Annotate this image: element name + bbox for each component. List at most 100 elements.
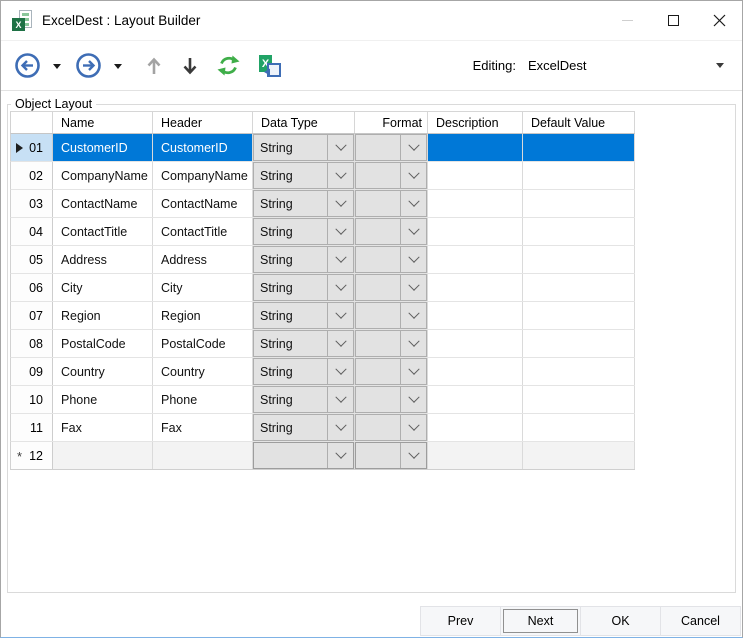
chevron-down-icon[interactable]	[400, 359, 426, 384]
column-header-description[interactable]: Description	[428, 112, 523, 133]
description-cell[interactable]	[428, 302, 523, 329]
name-cell[interactable]: CompanyName	[53, 162, 153, 189]
row-header-cell[interactable]: 04	[11, 218, 53, 245]
chevron-down-icon[interactable]	[327, 219, 353, 244]
header-cell[interactable]: ContactName	[153, 190, 253, 217]
move-down-button[interactable]	[177, 55, 203, 77]
format-dropdown[interactable]	[355, 414, 427, 441]
name-cell[interactable]: ContactName	[53, 190, 153, 217]
format-dropdown[interactable]	[355, 330, 427, 357]
format-dropdown[interactable]	[355, 302, 427, 329]
chevron-down-icon[interactable]	[327, 135, 353, 160]
header-cell[interactable]: Address	[153, 246, 253, 273]
row-header-cell[interactable]: 06	[11, 274, 53, 301]
name-cell[interactable]: City	[53, 274, 153, 301]
default-value-cell[interactable]	[523, 190, 635, 217]
data-type-dropdown[interactable]	[253, 442, 354, 469]
row-header-cell[interactable]: 11	[11, 414, 53, 441]
default-value-cell[interactable]	[523, 330, 635, 357]
header-cell[interactable]	[153, 442, 253, 469]
data-type-dropdown[interactable]: String	[253, 358, 354, 385]
row-header-cell[interactable]: 09	[11, 358, 53, 385]
header-cell[interactable]: Phone	[153, 386, 253, 413]
name-cell[interactable]: CustomerID	[53, 134, 153, 161]
column-header-format[interactable]: Format	[355, 112, 428, 133]
name-cell[interactable]: PostalCode	[53, 330, 153, 357]
chevron-down-icon[interactable]	[327, 415, 353, 440]
header-cell[interactable]: Region	[153, 302, 253, 329]
default-value-cell[interactable]	[523, 218, 635, 245]
description-cell[interactable]	[428, 386, 523, 413]
row-header-cell[interactable]: 07	[11, 302, 53, 329]
name-cell[interactable]: ContactTitle	[53, 218, 153, 245]
maximize-button[interactable]	[650, 1, 696, 40]
header-cell[interactable]: Country	[153, 358, 253, 385]
description-cell[interactable]	[428, 134, 523, 161]
column-header-data-type[interactable]: Data Type	[253, 112, 355, 133]
description-cell[interactable]	[428, 246, 523, 273]
minimize-button[interactable]	[604, 1, 650, 40]
column-header-name[interactable]: Name	[53, 112, 153, 133]
data-type-dropdown[interactable]: String	[253, 330, 354, 357]
default-value-cell[interactable]	[523, 442, 635, 469]
description-cell[interactable]	[428, 162, 523, 189]
format-dropdown[interactable]	[355, 134, 427, 161]
chevron-down-icon[interactable]	[400, 247, 426, 272]
chevron-down-icon[interactable]	[327, 247, 353, 272]
forward-dropdown-button[interactable]	[107, 58, 131, 73]
chevron-down-icon[interactable]	[400, 191, 426, 216]
cancel-button[interactable]: Cancel	[660, 606, 741, 636]
description-cell[interactable]	[428, 414, 523, 441]
data-type-dropdown[interactable]: String	[253, 414, 354, 441]
data-type-dropdown[interactable]: String	[253, 190, 354, 217]
row-header-cell[interactable]: 01	[11, 134, 53, 161]
next-button[interactable]: Next	[500, 606, 581, 636]
back-button[interactable]	[11, 52, 44, 79]
description-cell[interactable]	[428, 358, 523, 385]
chevron-down-icon[interactable]	[400, 163, 426, 188]
row-header-cell[interactable]: 02	[11, 162, 53, 189]
description-cell[interactable]	[428, 330, 523, 357]
default-value-cell[interactable]	[523, 134, 635, 161]
chevron-down-icon[interactable]	[327, 163, 353, 188]
ok-button[interactable]: OK	[580, 606, 661, 636]
data-type-dropdown[interactable]: String	[253, 302, 354, 329]
format-dropdown[interactable]	[355, 274, 427, 301]
header-cell[interactable]: CustomerID	[153, 134, 253, 161]
data-type-dropdown[interactable]: String	[253, 162, 354, 189]
row-header-cell[interactable]: 03	[11, 190, 53, 217]
description-cell[interactable]	[428, 190, 523, 217]
column-header-default-value[interactable]: Default Value	[523, 112, 635, 133]
chevron-down-icon[interactable]	[400, 415, 426, 440]
column-header-header[interactable]: Header	[153, 112, 253, 133]
description-cell[interactable]	[428, 218, 523, 245]
format-dropdown[interactable]	[355, 190, 427, 217]
forward-button[interactable]	[72, 52, 105, 79]
chevron-down-icon[interactable]	[327, 331, 353, 356]
name-cell[interactable]: Phone	[53, 386, 153, 413]
header-cell[interactable]: CompanyName	[153, 162, 253, 189]
default-value-cell[interactable]	[523, 414, 635, 441]
header-cell[interactable]: Fax	[153, 414, 253, 441]
row-header-cell[interactable]: 08	[11, 330, 53, 357]
description-cell[interactable]	[428, 442, 523, 469]
name-cell[interactable]: Country	[53, 358, 153, 385]
header-cell[interactable]: ContactTitle	[153, 218, 253, 245]
close-button[interactable]	[696, 1, 742, 40]
chevron-down-icon[interactable]	[400, 303, 426, 328]
default-value-cell[interactable]	[523, 358, 635, 385]
row-header-cell[interactable]: 05	[11, 246, 53, 273]
format-dropdown[interactable]	[355, 358, 427, 385]
default-value-cell[interactable]	[523, 274, 635, 301]
name-cell[interactable]: Region	[53, 302, 153, 329]
name-cell[interactable]: Address	[53, 246, 153, 273]
chevron-down-icon[interactable]	[327, 443, 353, 468]
header-cell[interactable]: PostalCode	[153, 330, 253, 357]
chevron-down-icon[interactable]	[400, 219, 426, 244]
format-dropdown[interactable]	[355, 386, 427, 413]
chevron-down-icon[interactable]	[327, 303, 353, 328]
default-value-cell[interactable]	[523, 386, 635, 413]
data-type-dropdown[interactable]: String	[253, 274, 354, 301]
data-type-dropdown[interactable]: String	[253, 134, 354, 161]
name-cell[interactable]: Fax	[53, 414, 153, 441]
